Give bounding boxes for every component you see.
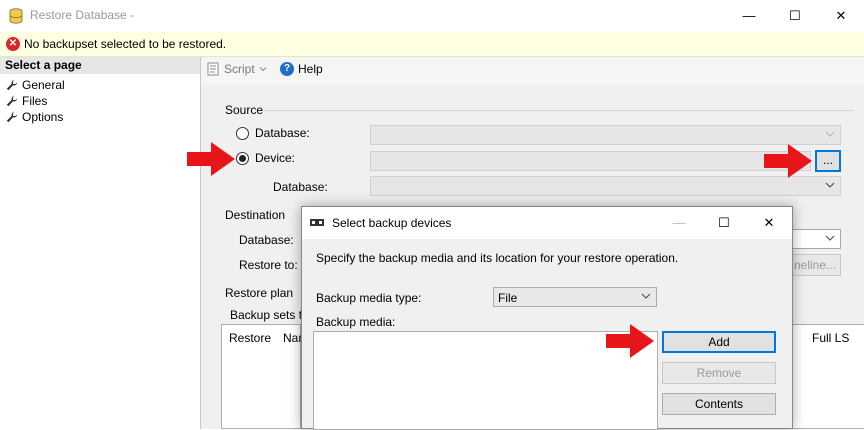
dialog-close-button[interactable]: ✕ — [746, 207, 792, 239]
page-item-files[interactable]: Files — [6, 93, 47, 109]
backup-sets-label: Backup sets to — [230, 308, 309, 322]
error-message: No backupset selected to be restored. — [24, 37, 227, 51]
device-database-label: Database: — [273, 180, 328, 194]
backup-sets-grid-right[interactable]: Full LS — [792, 324, 864, 429]
page-item-label: General — [22, 78, 65, 92]
database-radio[interactable] — [236, 127, 249, 140]
destination-database-label: Database: — [239, 233, 294, 247]
timeline-button[interactable]: neline... — [791, 254, 841, 276]
add-button[interactable]: Add — [662, 331, 776, 353]
source-database-combo[interactable] — [370, 125, 841, 145]
chevron-down-icon — [825, 182, 835, 188]
script-label: Script — [224, 62, 255, 76]
page-selector-pane: Select a page General Files Options — [0, 57, 201, 429]
red-arrow-annotation — [764, 144, 812, 178]
script-icon — [207, 62, 219, 76]
backup-media-label: Backup media: — [316, 315, 396, 329]
wrench-icon — [6, 111, 18, 123]
window-title: Restore Database - — [30, 8, 135, 22]
chevron-down-icon — [825, 235, 835, 241]
restore-plan-section-label: Restore plan — [225, 286, 294, 300]
tape-drive-icon — [310, 219, 324, 226]
wrench-icon — [6, 95, 18, 107]
page-item-general[interactable]: General — [6, 77, 65, 93]
wrench-icon — [6, 79, 18, 91]
help-label: Help — [298, 62, 323, 76]
page-selector-title: Select a page — [5, 58, 82, 72]
column-header[interactable]: Restore — [229, 331, 271, 345]
page-item-options[interactable]: Options — [6, 109, 63, 125]
red-arrow-annotation — [187, 142, 235, 176]
backup-sets-grid[interactable]: Restore Nam — [221, 324, 308, 429]
destination-section-label: Destination — [225, 208, 286, 222]
column-header[interactable]: Full LS — [812, 331, 849, 345]
dialog-title-bar[interactable]: Select backup devices — ☐ ✕ — [302, 207, 792, 239]
dropdown-icon — [259, 67, 267, 72]
close-button[interactable]: ✕ — [818, 0, 864, 31]
page-item-label: Options — [22, 110, 64, 124]
media-type-select[interactable]: File — [493, 287, 657, 307]
error-infobar: ✕ No backupset selected to be restored. — [0, 32, 864, 57]
database-icon — [9, 8, 23, 24]
media-type-label: Backup media type: — [316, 291, 422, 305]
dialog-minimize-button[interactable]: — — [656, 207, 702, 239]
dialog-title: Select backup devices — [332, 216, 452, 230]
device-database-combo[interactable] — [370, 176, 841, 196]
error-icon: ✕ — [6, 37, 20, 51]
source-section-label: Source — [225, 103, 264, 117]
title-bar[interactable]: Restore Database - — ☐ ✕ — [0, 0, 864, 31]
red-arrow-annotation — [606, 324, 654, 358]
help-button[interactable]: ? Help — [280, 62, 323, 76]
device-radio[interactable] — [236, 152, 249, 165]
minimize-button[interactable]: — — [726, 0, 772, 31]
dialog-description: Specify the backup media and its locatio… — [316, 251, 679, 265]
restore-to-label: Restore to: — [239, 258, 298, 272]
contents-button[interactable]: Contents — [662, 393, 776, 415]
browse-device-button[interactable]: ... — [815, 150, 841, 172]
restore-database-window: Restore Database - — ☐ ✕ ✕ No backupset … — [0, 0, 864, 430]
media-type-value: File — [498, 291, 518, 305]
database-radio-label: Database: — [255, 126, 310, 140]
maximize-button[interactable]: ☐ — [772, 0, 818, 31]
destination-database-combo[interactable] — [791, 229, 841, 249]
script-button[interactable]: Script — [206, 62, 267, 76]
remove-button[interactable]: Remove — [662, 362, 776, 384]
device-path-field[interactable] — [370, 151, 811, 171]
chevron-down-icon — [825, 131, 835, 137]
help-icon: ? — [280, 62, 294, 76]
source-separator — [264, 110, 854, 111]
device-radio-label: Device: — [255, 151, 296, 165]
page-item-label: Files — [22, 94, 48, 108]
page-selector-header: Select a page — [0, 57, 200, 74]
dialog-maximize-button[interactable]: ☐ — [701, 207, 747, 239]
select-backup-devices-dialog: Select backup devices — ☐ ✕ Specify the … — [301, 206, 793, 430]
chevron-down-icon — [641, 293, 651, 299]
